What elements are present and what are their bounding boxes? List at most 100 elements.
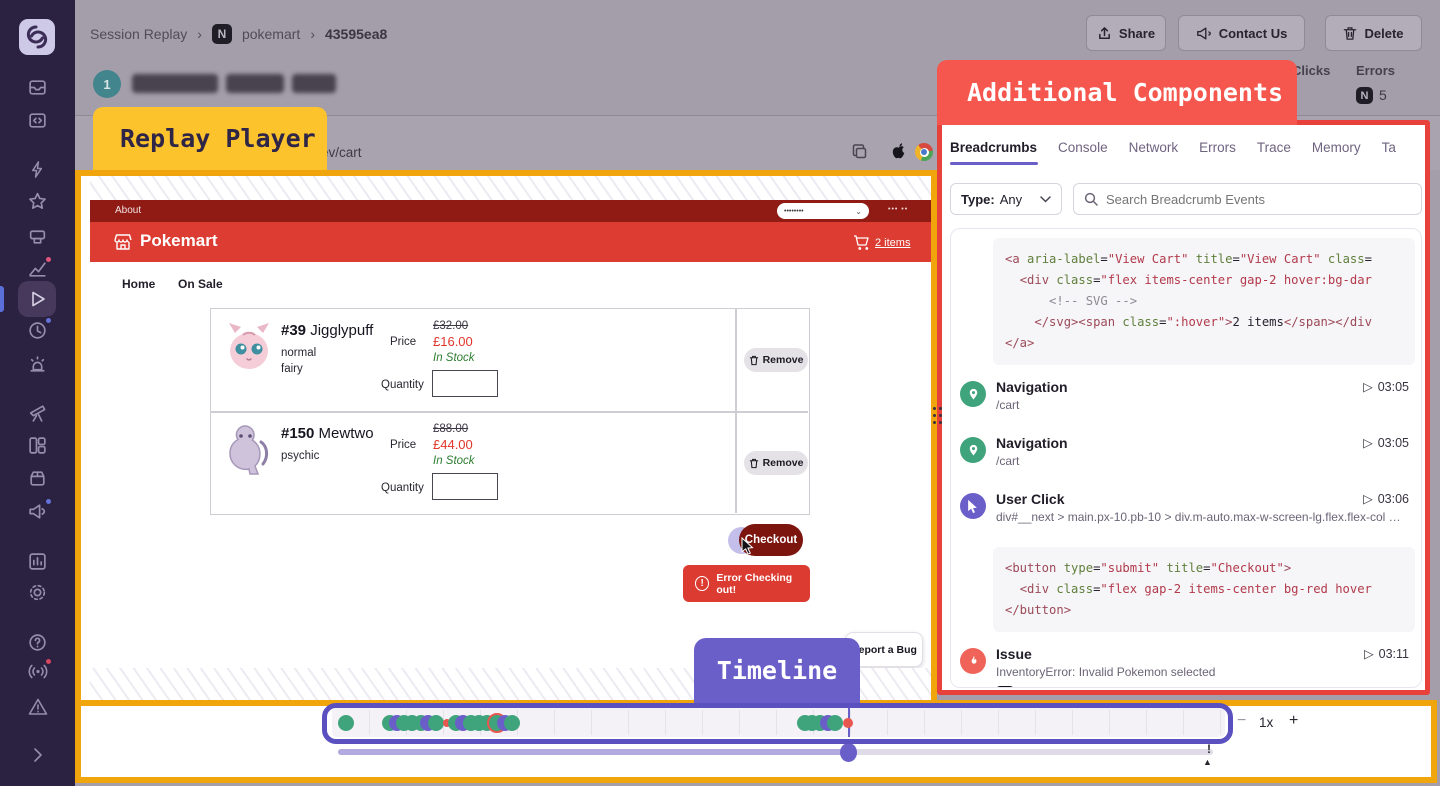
contact-us-button[interactable]: Contact Us <box>1178 15 1305 51</box>
breadcrumb-search[interactable] <box>1073 183 1422 215</box>
tab-trace[interactable]: Trace <box>1257 140 1291 155</box>
type-filter-dropdown[interactable]: Type: Any <box>950 183 1062 215</box>
scrubber-progress <box>338 749 848 755</box>
sidebar-item-broadcast[interactable] <box>0 661 75 682</box>
pokemon-image-jigglypuff <box>223 319 275 380</box>
code-line: <div class="flex gap-2 items-center bg-r… <box>1005 579 1403 600</box>
sidebar-item-releases[interactable] <box>0 468 75 489</box>
sidebar-item-dashboard[interactable] <box>0 435 75 456</box>
tab-network[interactable]: Network <box>1129 140 1179 155</box>
trash-icon <box>1343 26 1357 41</box>
delete-button[interactable]: Delete <box>1325 15 1422 51</box>
sidebar-item-alerts[interactable] <box>0 354 75 375</box>
remove-item-button[interactable]: Remove <box>744 348 808 372</box>
panel-resize-handle[interactable] <box>930 405 944 431</box>
tab-memory[interactable]: Memory <box>1312 140 1361 155</box>
speed-slower-button[interactable]: − <box>1237 712 1246 730</box>
play-from-here-icon: ▷ <box>1364 646 1374 661</box>
sidebar-item-chart[interactable] <box>0 259 75 280</box>
breadcrumb-project[interactable]: pokemart <box>242 26 300 42</box>
notification-dot-icon <box>44 316 53 325</box>
cart-items-link[interactable]: 2 items <box>875 237 910 249</box>
errors-label: Errors <box>1356 63 1395 78</box>
quantity-input[interactable] <box>432 473 498 500</box>
tab-console[interactable]: Console <box>1058 140 1108 155</box>
code-line: <div class="flex items-center gap-2 hove… <box>1005 270 1403 291</box>
entry-timestamp[interactable]: ▷03:05 <box>1363 379 1409 394</box>
tab-errors[interactable]: Errors <box>1199 140 1236 155</box>
breadcrumb-entries-list: <a aria-label="View Cart" title="View Ca… <box>950 228 1422 688</box>
breadcrumb-replay-id: 43595ea8 <box>325 26 387 42</box>
item-type: fairy <box>281 363 303 375</box>
item-original-price: £32.00 <box>433 320 468 332</box>
sidebar-item-collapse[interactable] <box>0 746 75 764</box>
mouse-cursor-icon <box>741 537 756 554</box>
speed-value: 1x <box>1259 715 1273 730</box>
sidebar-item-issues[interactable] <box>0 77 75 98</box>
sidebar-item-telescope[interactable] <box>0 402 75 423</box>
breadcrumb-session-replay[interactable]: Session Replay <box>90 26 187 42</box>
replay-outside-top <box>90 176 931 200</box>
quantity-input[interactable] <box>432 370 498 397</box>
code-line: </a> <box>1005 333 1403 354</box>
issue-icon <box>960 648 986 674</box>
entry-description: div#__next > main.px-10.pb-10 > div.m-au… <box>996 510 1415 524</box>
site-nav-home[interactable]: Home <box>122 277 155 291</box>
stock-status: In Stock <box>433 352 475 364</box>
scrubber-error-arrow: ▲ <box>1203 757 1212 767</box>
chevron-down-icon <box>1040 196 1051 203</box>
error-toast: ! Error Checking out! <box>683 565 810 602</box>
share-button[interactable]: Share <box>1086 15 1166 51</box>
entry-timestamp[interactable]: ▷03:11 <box>1364 646 1409 661</box>
sidebar-item-lightning[interactable] <box>0 159 75 180</box>
sidebar-item-megaphone[interactable] <box>0 501 75 522</box>
site-about-link[interactable]: About <box>115 205 141 216</box>
speed-faster-button[interactable]: + <box>1289 712 1298 730</box>
remove-item-button[interactable]: Remove <box>744 451 808 475</box>
sentry-logo-icon[interactable] <box>19 19 55 55</box>
site-nav-onsale[interactable]: On Sale <box>178 277 223 291</box>
play-from-here-icon: ▷ <box>1363 379 1373 394</box>
sidebar-item-help[interactable] <box>0 632 75 653</box>
tab-breadcrumbs[interactable]: Breadcrumbs <box>950 140 1037 155</box>
scrubber-handle[interactable] <box>840 743 857 762</box>
chrome-browser-icon <box>915 143 933 161</box>
item-type: psychic <box>281 450 319 462</box>
entry-timestamp[interactable]: ▷03:06 <box>1363 491 1409 506</box>
code-line: </svg><span class=":hover">2 items</span… <box>1005 312 1403 333</box>
tab-ta[interactable]: Ta <box>1382 140 1396 155</box>
sidebar-item-history[interactable] <box>0 320 75 341</box>
sidebar-item-projector[interactable] <box>0 226 75 247</box>
breadcrumb-entry-navigation[interactable]: Navigation/cart▷03:05 <box>955 435 1415 475</box>
site-brand[interactable]: Pokemart <box>140 231 217 251</box>
breadcrumb-entry-click[interactable]: User Clickdiv#__next > main.px-10.pb-10 … <box>955 491 1415 531</box>
entry-timestamp[interactable]: ▷03:05 <box>1363 435 1409 450</box>
timeline-box <box>322 703 1233 744</box>
quantity-label: Quantity <box>381 379 424 391</box>
site-masked-select[interactable]: ••••••••⌄ <box>777 203 869 219</box>
item-sale-price: £16.00 <box>433 334 473 349</box>
scrubber-track[interactable] <box>338 749 1213 755</box>
alert-circle-icon: ! <box>695 576 709 591</box>
sidebar-item-star[interactable] <box>0 191 75 212</box>
sidebar-item-warning[interactable] <box>0 696 75 717</box>
redacted-user-name <box>292 74 336 93</box>
clicks-label: Clicks <box>1292 63 1330 78</box>
sidebar-item-replays[interactable] <box>0 289 75 309</box>
entry-description: InventoryError: Invalid Pokemon selected <box>996 665 1415 679</box>
pokemon-image-mewtwo <box>223 422 273 483</box>
apple-os-icon <box>889 141 909 163</box>
quantity-label: Quantity <box>381 482 424 494</box>
breadcrumb-entry-navigation[interactable]: Navigation/cart▷03:05 <box>955 379 1415 419</box>
entry-project: Npokemart <box>996 686 1415 688</box>
sidebar-item-explore[interactable] <box>0 110 75 131</box>
navigation-icon <box>960 381 986 407</box>
trash-icon <box>749 355 759 366</box>
copy-url-icon[interactable] <box>851 143 869 161</box>
sidebar-item-stats[interactable] <box>0 551 75 572</box>
chevron-down-icon: ⌄ <box>855 207 862 216</box>
search-input[interactable] <box>1106 192 1386 207</box>
entry-title: Issue <box>996 646 1415 662</box>
breadcrumb-entry-issue[interactable]: Issue InventoryError: Invalid Pokemon sel… <box>955 646 1415 688</box>
sidebar-item-settings[interactable] <box>0 582 75 603</box>
